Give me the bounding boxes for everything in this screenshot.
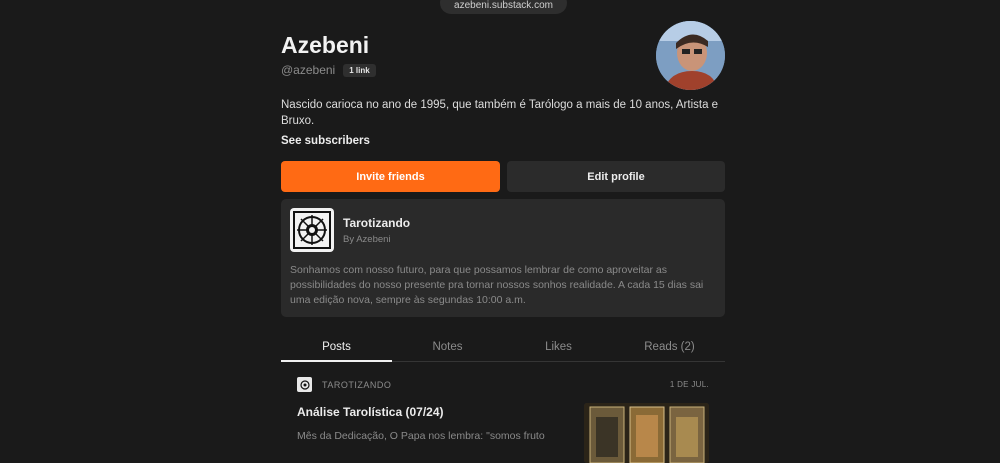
invite-friends-button[interactable]: Invite friends	[281, 161, 500, 192]
post-thumbnail[interactable]	[584, 403, 709, 463]
tab-reads[interactable]: Reads (2)	[614, 337, 725, 361]
tarot-sigil-icon	[290, 208, 334, 252]
tab-posts[interactable]: Posts	[281, 337, 392, 362]
tab-likes[interactable]: Likes	[503, 337, 614, 361]
publication-author: By Azebeni	[343, 234, 391, 245]
post-meta: TAROTIZANDO 1 DE JUL.	[297, 377, 709, 392]
see-subscribers-link[interactable]: See subscribers	[281, 135, 370, 147]
post-publication-name[interactable]: TAROTIZANDO	[322, 380, 391, 390]
edit-profile-button[interactable]: Edit profile	[507, 161, 725, 192]
post-date: 1 DE JUL.	[669, 380, 709, 389]
profile-bio: Nascido carioca no ano de 1995, que tamb…	[281, 99, 719, 127]
post-excerpt: Mês da Dedicação, O Papa nos lembra: "so…	[297, 430, 545, 442]
profile-handle: @azebeni	[281, 63, 336, 77]
post-title[interactable]: Análise Tarolística (07/24)	[297, 405, 444, 419]
tarot-cards-image-icon	[584, 403, 709, 463]
publication-logo-icon	[297, 377, 312, 392]
user-avatar-icon	[656, 21, 725, 90]
profile-tabs: Posts Notes Likes Reads (2)	[281, 337, 725, 362]
avatar[interactable]	[656, 21, 725, 90]
publication-description: Sonhamos com nosso futuro, para que poss…	[290, 264, 704, 306]
profile-handle-row: @azebeni 1 link	[281, 63, 376, 77]
tab-notes[interactable]: Notes	[392, 337, 503, 361]
profile-name: Azebeni	[281, 32, 370, 58]
publication-card[interactable]: Tarotizando By Azebeni Sonhamos com noss…	[281, 199, 725, 317]
publication-title[interactable]: Tarotizando	[343, 216, 410, 230]
links-badge[interactable]: 1 link	[343, 63, 376, 77]
url-bar[interactable]: azebeni.substack.com	[440, 0, 567, 14]
